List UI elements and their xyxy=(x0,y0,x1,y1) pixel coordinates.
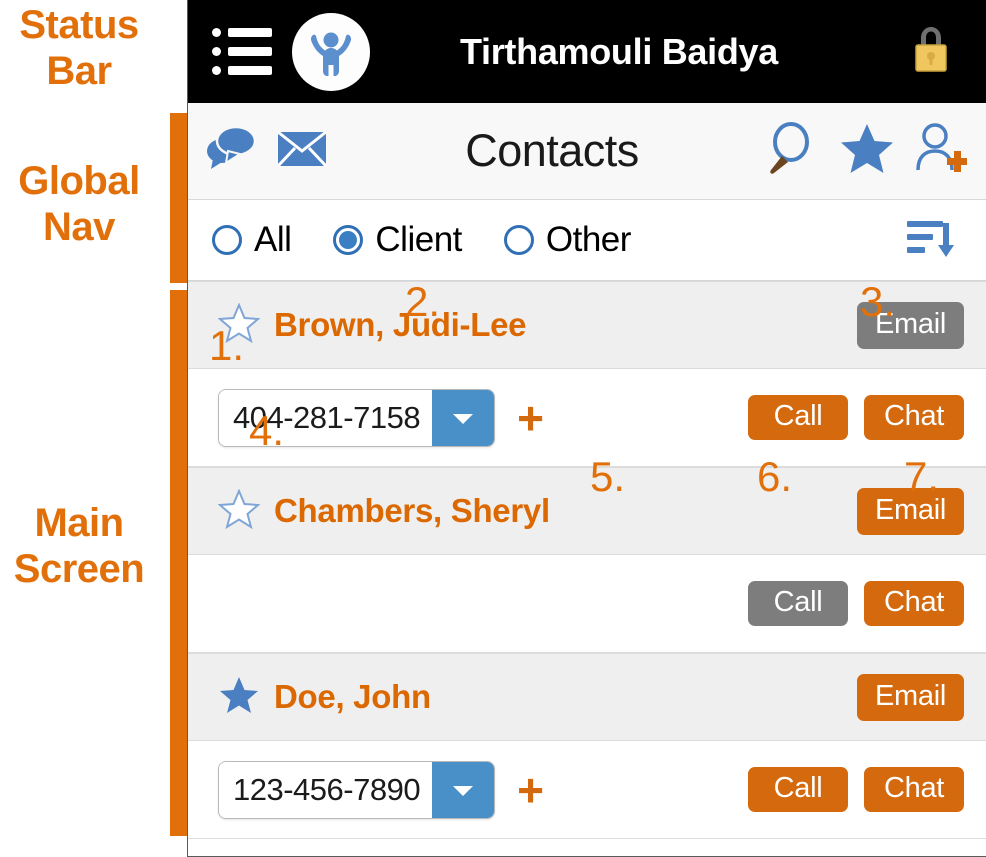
contact-name: Brown, Judi-Lee xyxy=(274,306,527,343)
star-outline-icon[interactable] xyxy=(217,487,261,534)
chevron-down-icon[interactable] xyxy=(432,761,495,818)
global-nav-title: Contacts xyxy=(465,125,639,176)
call-button[interactable]: Call xyxy=(748,581,848,626)
global-nav-left-icons xyxy=(202,124,328,179)
global-nav-right-icons xyxy=(766,120,968,183)
contact-name: Chambers, Sheryl xyxy=(274,492,550,529)
global-nav-bar: Contacts xyxy=(188,103,986,200)
status-bar-title: Tirthamouli Baidya xyxy=(459,30,778,72)
annotation-number-3: 3. xyxy=(860,278,896,325)
radio-label-all: All xyxy=(254,220,292,259)
status-bar: Tirthamouli Baidya xyxy=(188,0,986,103)
contact-row-actions: 404-281-7158 + Call Chat xyxy=(188,369,986,467)
annotation-status-line2: Bar xyxy=(46,49,112,93)
contact-row-name[interactable]: Doe, John Email xyxy=(188,653,986,741)
star-filled-icon[interactable] xyxy=(218,675,260,720)
contact-filter-row: All Client Other xyxy=(188,200,986,280)
call-button[interactable]: Call xyxy=(748,767,848,812)
annotation-number-2: 2. xyxy=(405,278,441,325)
annotation-main-line2: Screen xyxy=(13,547,145,591)
annotation-number-7: 7. xyxy=(904,453,940,500)
contact-name: Doe, John xyxy=(274,678,431,715)
contact-row-actions: 123-456-7890 + Call Chat xyxy=(188,741,986,839)
annotation-label-main-screen: Main Screen xyxy=(0,500,164,592)
annotation-main-line1: Main xyxy=(34,501,124,545)
add-user-icon[interactable] xyxy=(910,120,968,183)
phone-screen: Tirthamouli Baidya Contacts All Client O… xyxy=(187,0,986,857)
radio-circle-client[interactable] xyxy=(333,225,364,255)
annotation-number-1: 1. xyxy=(209,322,245,369)
radio-circle-other[interactable] xyxy=(503,225,534,255)
annotation-status-line1: Status xyxy=(19,3,139,47)
annotation-label-status-bar: Status Bar xyxy=(0,2,164,94)
radio-option-client[interactable]: Client xyxy=(333,220,462,260)
add-phone-button[interactable]: + xyxy=(517,767,544,813)
call-button[interactable]: Call xyxy=(748,395,848,440)
annotation-global-line1: Global xyxy=(18,159,140,203)
magnifier-icon[interactable] xyxy=(766,120,824,183)
contact-row-name[interactable]: Chambers, Sheryl Email xyxy=(188,467,986,555)
chat-button[interactable]: Chat xyxy=(864,581,964,626)
radio-option-all[interactable]: All xyxy=(212,220,292,260)
add-phone-button[interactable]: + xyxy=(517,395,544,441)
annotation-number-6: 6. xyxy=(757,453,793,500)
chevron-down-icon[interactable] xyxy=(432,389,495,446)
phone-number-value: 123-456-7890 xyxy=(219,761,433,818)
annotation-number-5: 5. xyxy=(590,453,626,500)
phone-number-select[interactable]: 123-456-7890 xyxy=(218,760,496,819)
annotation-global-line2: Nav xyxy=(43,205,115,249)
radio-option-other[interactable]: Other xyxy=(503,220,632,260)
contact-row-actions: Call Chat xyxy=(188,555,986,653)
sort-descending-icon[interactable] xyxy=(904,215,960,266)
padlock-icon xyxy=(908,23,954,80)
annotation-label-global-nav: Global Nav xyxy=(0,158,164,250)
email-button[interactable]: Email xyxy=(856,673,964,721)
contact-list: Brown, Judi-Lee Email 404-281-7158 + Cal… xyxy=(188,280,986,839)
hamburger-list-icon[interactable] xyxy=(212,28,272,76)
star-icon[interactable] xyxy=(838,121,896,181)
annotation-number-4: 4. xyxy=(249,407,285,454)
radio-label-other: Other xyxy=(545,220,632,259)
chat-button[interactable]: Chat xyxy=(864,395,964,440)
chat-bubbles-icon[interactable] xyxy=(202,124,260,179)
radio-circle-all[interactable] xyxy=(212,225,242,255)
chat-button[interactable]: Chat xyxy=(864,767,964,812)
envelope-icon[interactable] xyxy=(276,128,328,175)
radio-label-client: Client xyxy=(375,220,462,259)
